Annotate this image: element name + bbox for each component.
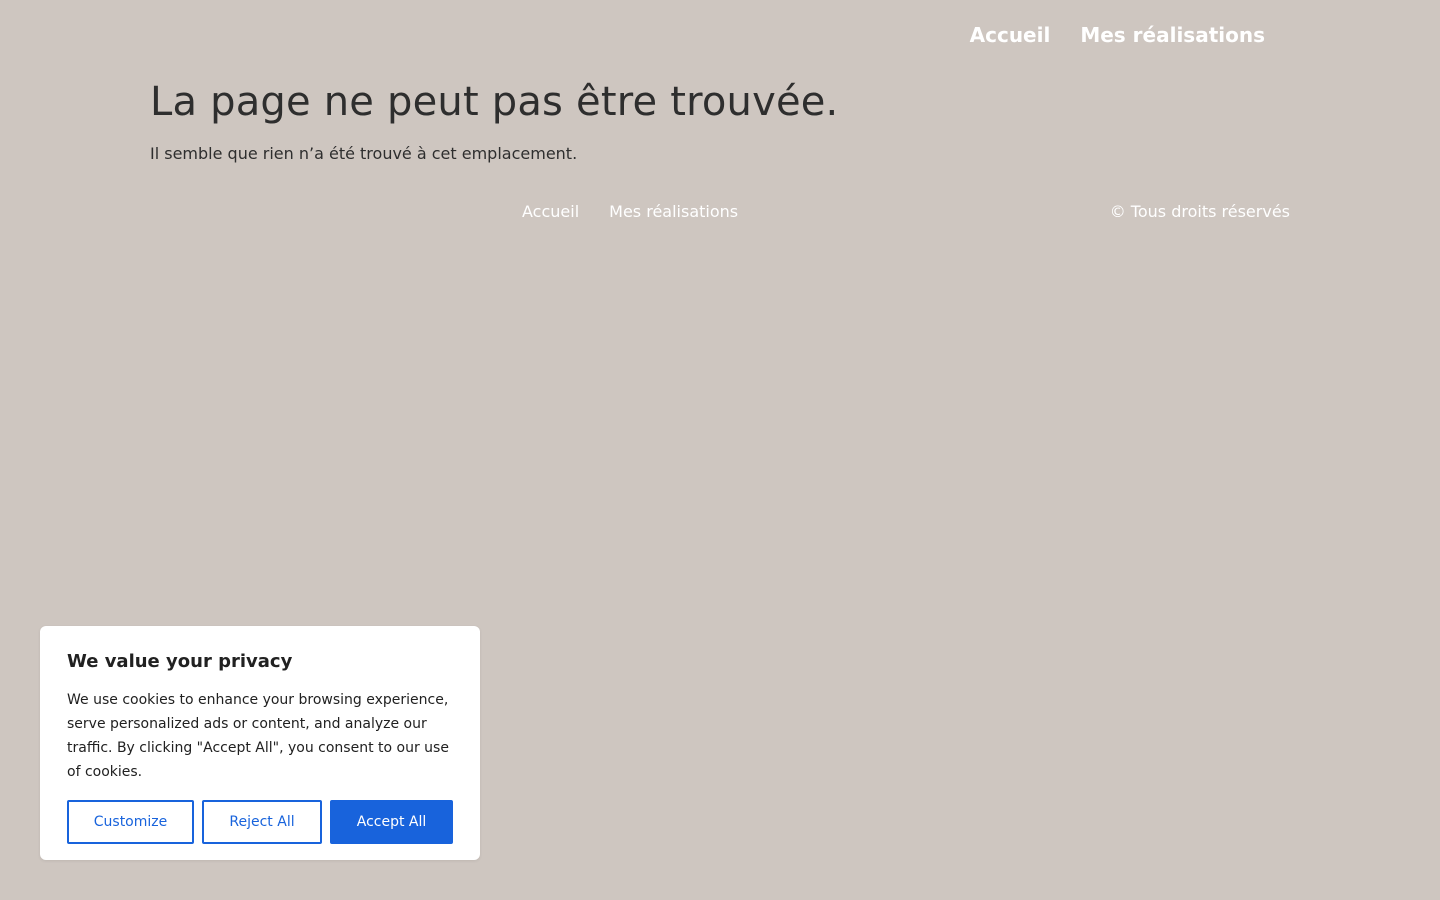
cookie-banner-title: We value your privacy: [67, 651, 293, 672]
footer-copyright: © Tous droits réservés: [1109, 202, 1290, 221]
customize-button[interactable]: Customize: [67, 800, 194, 844]
reject-all-button[interactable]: Reject All: [202, 800, 322, 844]
page-title: La page ne peut pas être trouvée.: [150, 79, 839, 125]
footer-nav: Accueil Mes réalisations: [522, 200, 738, 224]
cookie-consent-banner: We value your privacy We use cookies to …: [40, 626, 480, 860]
footer: Accueil Mes réalisations © Tous droits r…: [150, 200, 1290, 224]
header-nav: Accueil Mes réalisations: [970, 20, 1265, 50]
footer-nav-accueil-link[interactable]: Accueil: [522, 200, 579, 224]
header-nav-realisations-link[interactable]: Mes réalisations: [1080, 20, 1265, 50]
header-nav-accueil-link[interactable]: Accueil: [970, 20, 1051, 50]
accept-all-button[interactable]: Accept All: [330, 800, 453, 844]
cookie-banner-buttons: Customize Reject All Accept All: [67, 800, 453, 844]
cookie-banner-text: We use cookies to enhance your browsing …: [67, 692, 449, 780]
main-content: La page ne peut pas être trouvée. Il sem…: [150, 76, 1290, 165]
not-found-message: Il semble que rien n’a été trouvé à cet …: [150, 144, 578, 163]
footer-nav-realisations-link[interactable]: Mes réalisations: [609, 200, 738, 224]
